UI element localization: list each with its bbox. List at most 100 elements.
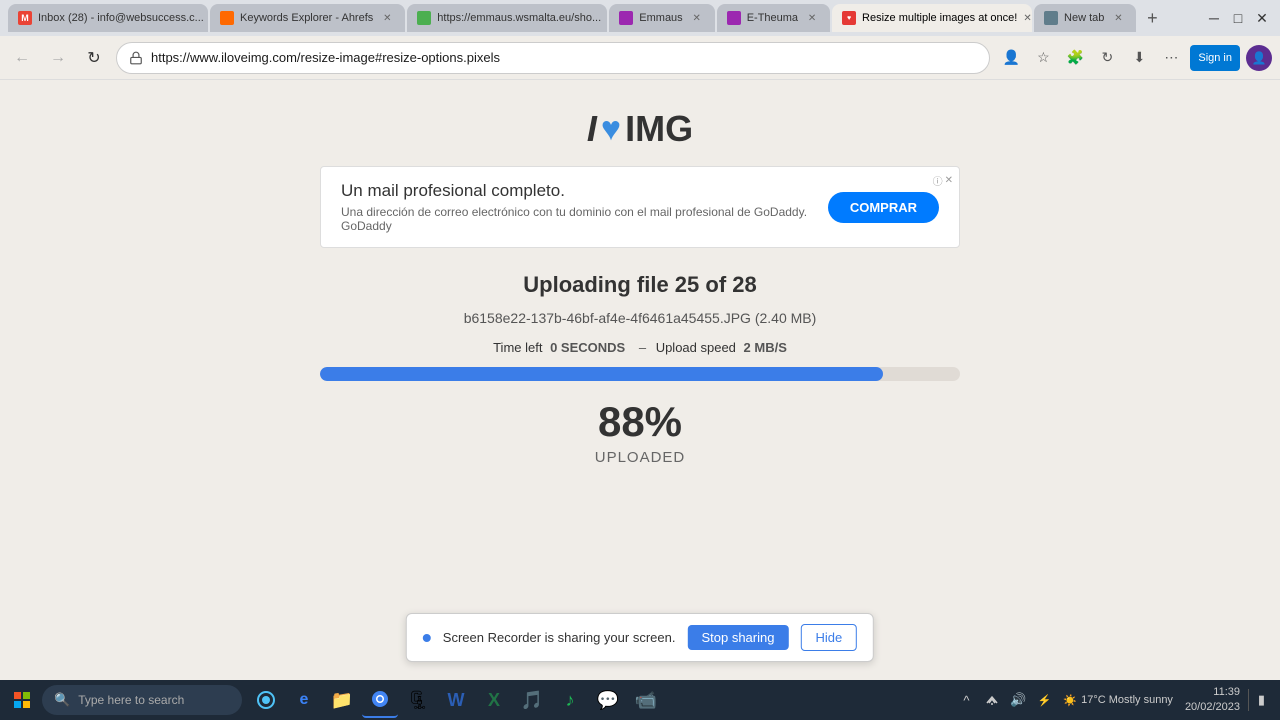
tab-gmail[interactable]: M Inbox (28) - info@websuccess.c... ✕ bbox=[8, 4, 208, 32]
tray-weather[interactable]: ☀️ 17°C Mostly sunny bbox=[1059, 694, 1177, 707]
tab-iloveimg[interactable]: ♥ Resize multiple images at once! ✕ bbox=[832, 4, 1032, 32]
lock-icon bbox=[129, 51, 143, 65]
favorites-icon[interactable]: ☆ bbox=[1030, 45, 1056, 71]
ad-info-icon[interactable]: ⓘ bbox=[933, 173, 943, 188]
taskbar-icon-cortana[interactable] bbox=[248, 682, 284, 718]
stop-sharing-button[interactable]: Stop sharing bbox=[687, 625, 788, 650]
tab-newtab[interactable]: New tab ✕ bbox=[1034, 4, 1136, 32]
progress-bar-container bbox=[320, 367, 960, 381]
weather-icon: ☀️ bbox=[1063, 694, 1077, 707]
tab-etheuma1[interactable]: Emmaus ✕ bbox=[609, 4, 714, 32]
tray-date-text: 20/02/2023 bbox=[1185, 700, 1240, 715]
chrome-icon bbox=[371, 690, 389, 708]
percent-display: 88% bbox=[320, 399, 960, 445]
refresh-icon[interactable]: ↻ bbox=[1094, 45, 1120, 71]
ad-banner: ⓘ ✕ Un mail profesional completo. Una di… bbox=[320, 166, 960, 248]
tab-newtab-label: New tab bbox=[1064, 12, 1104, 24]
nav-icons: 👤 ☆ 🧩 ↻ ⬇ ⋯ Sign in 👤 bbox=[998, 45, 1272, 71]
etheuma1-favicon bbox=[619, 11, 633, 25]
ad-content: Un mail profesional completo. Una direcc… bbox=[341, 181, 828, 233]
upload-time-info: Time left 0 SECONDS – Upload speed 2 MB/… bbox=[320, 340, 960, 355]
tab-etheuma2[interactable]: E-Theuma ✕ bbox=[717, 4, 830, 32]
settings-icon[interactable]: ⋯ bbox=[1158, 45, 1184, 71]
tray-datetime[interactable]: 11:39 20/02/2023 bbox=[1181, 685, 1244, 716]
back-button[interactable]: ← bbox=[8, 44, 36, 72]
network-icon bbox=[985, 693, 999, 707]
tray-battery-icon[interactable]: ⚡ bbox=[1033, 689, 1055, 711]
taskbar-icon-misc3[interactable]: 📹 bbox=[628, 682, 664, 718]
gmail-favicon: M bbox=[18, 11, 32, 25]
ad-close-area: ⓘ ✕ bbox=[933, 173, 953, 188]
tray-expand-icon[interactable]: ^ bbox=[955, 689, 977, 711]
tab-bar: M Inbox (28) - info@websuccess.c... ✕ Ke… bbox=[8, 4, 1192, 32]
speed-label: Upload speed bbox=[656, 340, 736, 355]
tab-ahrefs[interactable]: Keywords Explorer - Ahrefs ✕ bbox=[210, 4, 405, 32]
browser-frame: M Inbox (28) - info@websuccess.c... ✕ Ke… bbox=[0, 0, 1280, 720]
avatar-icon[interactable]: 👤 bbox=[1246, 45, 1272, 71]
time-left-label: Time left bbox=[493, 340, 542, 355]
weather-text: 17°C Mostly sunny bbox=[1081, 694, 1173, 706]
maximize-button[interactable]: □ bbox=[1228, 8, 1248, 28]
taskbar-search-text: Type here to search bbox=[78, 693, 184, 707]
tray-network-icon[interactable] bbox=[981, 689, 1003, 711]
recorder-message: Screen Recorder is sharing your screen. bbox=[443, 630, 676, 645]
profile-icon[interactable]: 👤 bbox=[998, 45, 1024, 71]
tab-newtab-close[interactable]: ✕ bbox=[1110, 10, 1126, 26]
logo-img: IMG bbox=[625, 108, 693, 150]
reload-button[interactable]: ↻ bbox=[80, 44, 108, 72]
iloveimg-favicon: ♥ bbox=[842, 11, 856, 25]
tab-emmaus[interactable]: https://emmaus.wsmalta.eu/sho... ✕ bbox=[407, 4, 607, 32]
hide-button[interactable]: Hide bbox=[800, 624, 857, 651]
taskbar-icon-misc1[interactable]: 🎵 bbox=[514, 682, 550, 718]
tab-etheuma1-label: Emmaus bbox=[639, 12, 682, 24]
close-button[interactable]: ✕ bbox=[1252, 8, 1272, 28]
etheuma2-favicon bbox=[727, 11, 741, 25]
taskbar-icon-winzip[interactable]: 🗜 bbox=[400, 682, 436, 718]
signin-button[interactable]: Sign in bbox=[1190, 45, 1240, 71]
speed-value: 2 MB/S bbox=[744, 340, 787, 355]
tab-emmaus-label: https://emmaus.wsmalta.eu/sho... bbox=[437, 12, 601, 24]
cortana-icon bbox=[257, 691, 275, 709]
ad-close-icon[interactable]: ✕ bbox=[945, 175, 953, 186]
tab-ahrefs-close[interactable]: ✕ bbox=[379, 10, 395, 26]
tab-ahrefs-label: Keywords Explorer - Ahrefs bbox=[240, 12, 373, 24]
taskbar-search[interactable]: 🔍 Type here to search bbox=[42, 685, 242, 715]
emmaus-favicon bbox=[417, 11, 431, 25]
taskbar-icon-explorer[interactable]: 📁 bbox=[324, 682, 360, 718]
ad-comprar-button[interactable]: COMPRAR bbox=[828, 192, 939, 223]
screen-recorder-bar: Screen Recorder is sharing your screen. … bbox=[406, 613, 874, 662]
taskbar-icon-spotify[interactable]: ♪ bbox=[552, 682, 588, 718]
forward-button[interactable]: → bbox=[44, 44, 72, 72]
nav-bar: ← → ↻ https://www.iloveimg.com/resize-im… bbox=[0, 36, 1280, 80]
tab-etheuma2-close[interactable]: ✕ bbox=[804, 10, 820, 26]
recorder-dot-icon bbox=[423, 634, 431, 642]
taskbar-icon-word[interactable]: W bbox=[438, 682, 474, 718]
new-tab-button[interactable]: + bbox=[1138, 4, 1166, 32]
page-content: I ♥ IMG ⓘ ✕ Un mail profesional completo… bbox=[0, 80, 1280, 680]
tray-volume-icon[interactable]: 🔊 bbox=[1007, 689, 1029, 711]
search-icon: 🔍 bbox=[54, 692, 70, 708]
address-bar[interactable]: https://www.iloveimg.com/resize-image#re… bbox=[116, 42, 990, 74]
download-icon[interactable]: ⬇ bbox=[1126, 45, 1152, 71]
taskbar-icon-excel[interactable]: X bbox=[476, 682, 512, 718]
upload-title: Uploading file 25 of 28 bbox=[320, 272, 960, 298]
ad-subtitle: Una dirección de correo electrónico con … bbox=[341, 205, 828, 233]
taskbar-icon-chrome[interactable] bbox=[362, 682, 398, 718]
taskbar-icons: e 📁 🗜 W X 🎵 bbox=[248, 682, 953, 718]
taskbar-icon-edge[interactable]: e bbox=[286, 682, 322, 718]
tray-show-desktop[interactable]: ▮ bbox=[1248, 689, 1270, 711]
tab-etheuma2-label: E-Theuma bbox=[747, 12, 798, 24]
dash-separator: – bbox=[639, 340, 650, 355]
tab-etheuma1-close[interactable]: ✕ bbox=[689, 10, 705, 26]
tab-iloveimg-close[interactable]: ✕ bbox=[1023, 10, 1031, 26]
taskbar-icon-misc2[interactable]: 💬 bbox=[590, 682, 626, 718]
url-text: https://www.iloveimg.com/resize-image#re… bbox=[151, 50, 977, 65]
newtab-favicon bbox=[1044, 11, 1058, 25]
upload-filename: b6158e22-137b-46bf-af4e-4f6461a45455.JPG… bbox=[320, 310, 960, 326]
tray-time-text: 11:39 bbox=[1185, 685, 1240, 700]
extensions-icon[interactable]: 🧩 bbox=[1062, 45, 1088, 71]
tab-iloveimg-label: Resize multiple images at once! bbox=[862, 12, 1017, 24]
title-bar: M Inbox (28) - info@websuccess.c... ✕ Ke… bbox=[0, 0, 1280, 36]
start-button[interactable] bbox=[4, 682, 40, 718]
minimize-button[interactable]: ─ bbox=[1204, 8, 1224, 28]
